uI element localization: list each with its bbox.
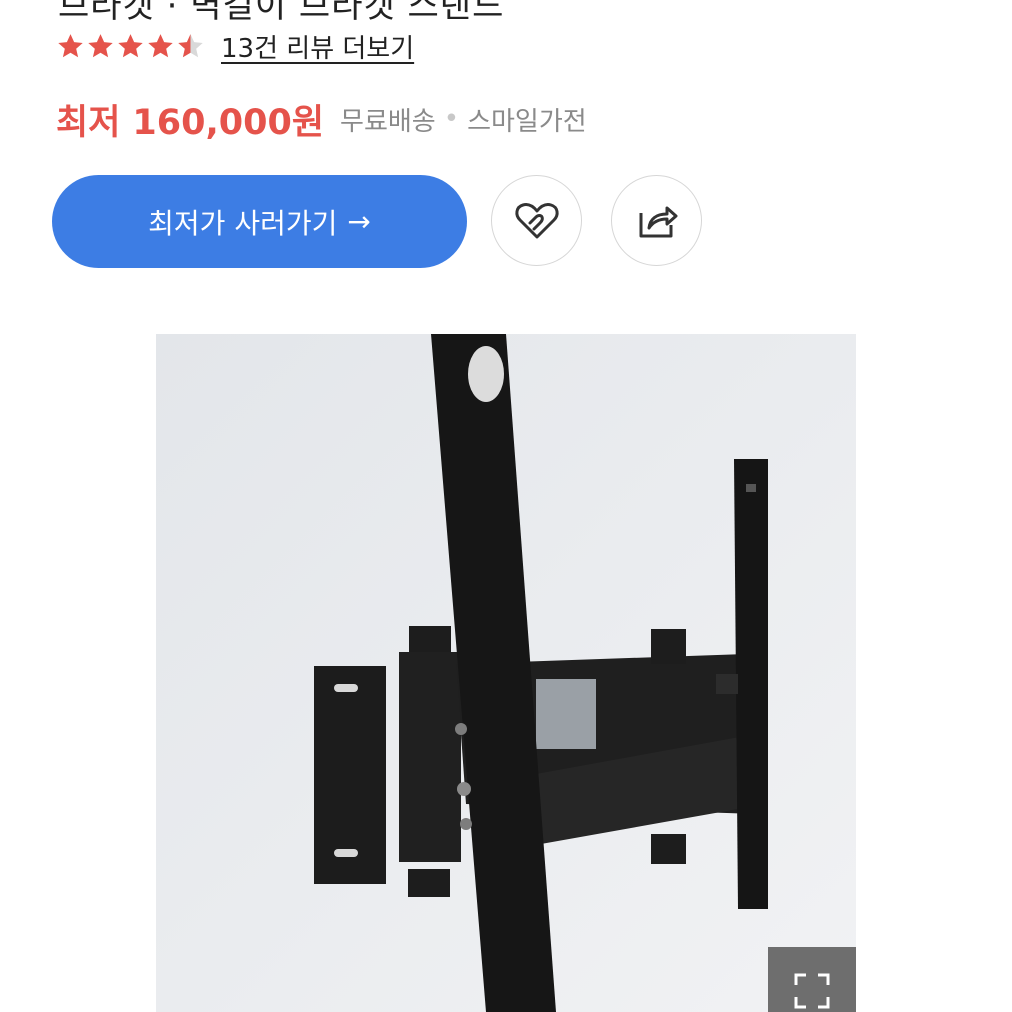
rating-row: 13건 리뷰 더보기 (56, 24, 414, 68)
half-star-icon (178, 33, 203, 57)
share-arrow-icon (639, 206, 677, 237)
star-icon (118, 33, 143, 57)
expand-image-button[interactable] (768, 947, 856, 1012)
shipping-info: 무료배송 (340, 106, 436, 137)
share-button[interactable] (611, 175, 702, 266)
price-value: 160,000원 (132, 102, 325, 143)
seller-name: 스마일가전 (467, 106, 587, 137)
product-detail-page: 브라켓 · 벽걸이 브라켓 스탠드 13건 리뷰 더보기 최저 160,000원… (0, 0, 1012, 1012)
arrow-right-icon: → (347, 205, 371, 238)
star-rating (56, 32, 205, 61)
review-more-link[interactable]: 13건 리뷰 더보기 (221, 28, 414, 65)
star-icon (88, 33, 113, 57)
buy-lowest-price-button[interactable]: 최저가 사러가기 → (52, 175, 467, 268)
separator-dot: • (443, 104, 460, 134)
product-title: 브라켓 · 벽걸이 브라켓 스탠드 (58, 0, 505, 26)
tv-wall-bracket-image (156, 334, 856, 1012)
expand-icon (794, 973, 830, 1009)
price-row: 최저 160,000원 무료배송 • 스마일가전 (56, 92, 587, 146)
product-image[interactable] (156, 334, 856, 1012)
wishlist-button[interactable] (491, 175, 582, 266)
heart-outline-icon (514, 202, 559, 238)
star-icon (58, 33, 83, 57)
buy-button-label: 최저가 사러가기 (148, 206, 338, 240)
star-icon (148, 33, 173, 57)
lowest-price-label: 최저 (56, 102, 121, 143)
